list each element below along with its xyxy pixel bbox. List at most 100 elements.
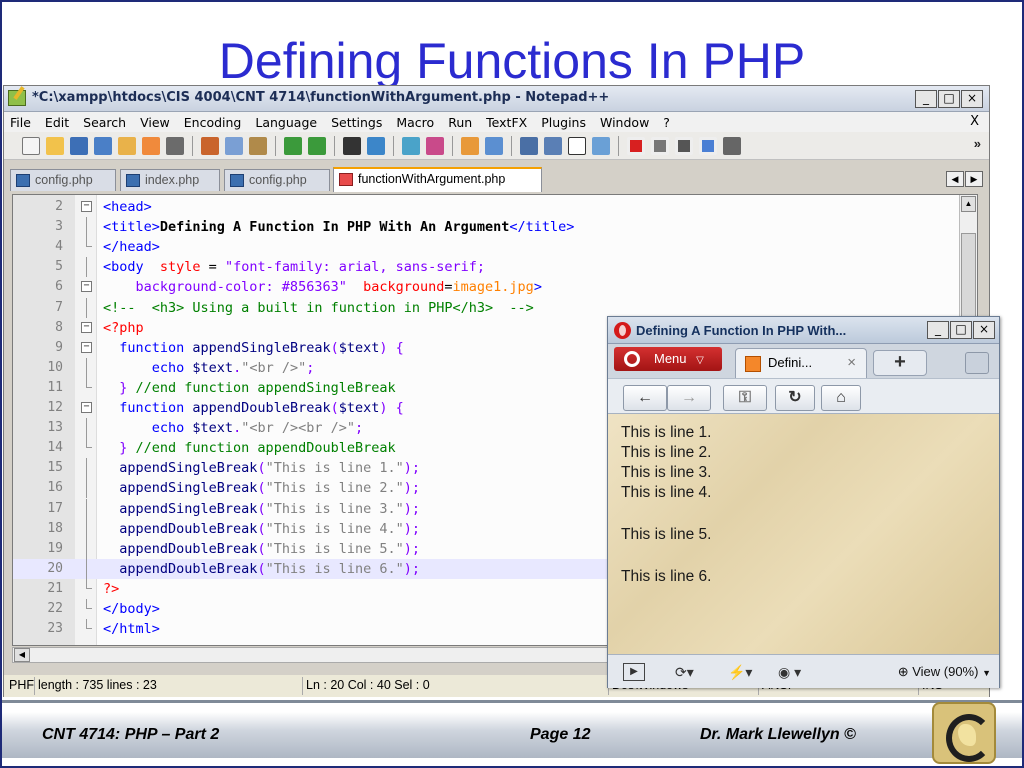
- redo-icon[interactable]: [308, 136, 326, 155]
- line-number: 3: [55, 219, 63, 235]
- scroll-left-icon[interactable]: ◀: [14, 648, 30, 662]
- menu-search[interactable]: Search: [83, 115, 126, 130]
- browser-tab-bar: Menu ▽ Defini... × +: [608, 344, 999, 378]
- stop-macro-icon[interactable]: [651, 136, 669, 155]
- notepad-titlebar[interactable]: *C:\xampp\htdocs\CIS 4004\CNT 4714\funct…: [4, 86, 989, 112]
- close-icon[interactable]: ×: [973, 321, 995, 339]
- trash-icon[interactable]: [965, 352, 989, 374]
- menu-help[interactable]: ?: [663, 115, 670, 130]
- print-icon[interactable]: [166, 136, 184, 155]
- code-line[interactable]: 3 <title>Defining A Function In PHP With …: [13, 217, 977, 238]
- menu-edit[interactable]: Edit: [45, 115, 69, 130]
- user-lang-icon[interactable]: [592, 136, 610, 155]
- minimize-icon[interactable]: _: [927, 321, 949, 339]
- tab-label: config.php: [249, 173, 307, 187]
- speed-dial-icon[interactable]: ◉ ▾: [778, 664, 801, 681]
- back-arrow-icon[interactable]: ←: [623, 385, 667, 411]
- indent-guide-icon[interactable]: [568, 136, 586, 155]
- sync-icon[interactable]: ⟳▾: [675, 664, 694, 681]
- home-icon[interactable]: ⌂: [821, 385, 861, 411]
- replace-icon[interactable]: [367, 136, 385, 155]
- code-line[interactable]: 2 − <head>: [13, 197, 977, 217]
- code-text: appendDoubleBreak("This is line 5.");: [103, 540, 421, 557]
- menu-run[interactable]: Run: [448, 115, 472, 130]
- sync-horizontal-icon[interactable]: [485, 136, 503, 155]
- tab-index-php[interactable]: index.php: [120, 169, 220, 191]
- code-text: echo $text."<br />";: [103, 359, 315, 376]
- code-text: <body style = "font-family: arial, sans-…: [103, 259, 486, 276]
- menu-window[interactable]: Window: [600, 115, 649, 130]
- fold-collapse-icon[interactable]: −: [81, 402, 92, 413]
- tab-label: config.php: [35, 173, 93, 187]
- code-text: } //end function appendDoubleBreak: [103, 440, 396, 457]
- run-macro-multiple-icon[interactable]: [699, 136, 717, 155]
- tab-scroll-right-icon[interactable]: ▶: [965, 171, 983, 187]
- code-line[interactable]: 7 <!-- <h3> Using a built in function in …: [13, 297, 977, 318]
- maximize-icon[interactable]: □: [938, 90, 960, 108]
- menu-button[interactable]: Menu ▽: [614, 347, 722, 371]
- menu-view[interactable]: View: [140, 115, 170, 130]
- menu-settings[interactable]: Settings: [331, 115, 382, 130]
- menu-encoding[interactable]: Encoding: [184, 115, 242, 130]
- open-folder-icon[interactable]: [46, 136, 64, 155]
- browser-tab[interactable]: Defini... ×: [735, 348, 867, 378]
- new-tab-button[interactable]: +: [873, 350, 927, 376]
- fold-collapse-icon[interactable]: −: [81, 201, 92, 212]
- code-line[interactable]: 4 </head>: [13, 237, 977, 257]
- save-all-icon[interactable]: [94, 136, 112, 155]
- turbo-icon[interactable]: ⚡▾: [728, 664, 752, 681]
- code-text: appendDoubleBreak("This is line 6.");: [103, 560, 421, 577]
- sync-vertical-icon[interactable]: [461, 136, 479, 155]
- new-file-icon[interactable]: [22, 136, 40, 155]
- forward-arrow-icon[interactable]: →: [667, 385, 711, 411]
- code-line[interactable]: 5 <body style = "font-family: arial, sans…: [13, 257, 977, 278]
- find-icon[interactable]: [343, 136, 361, 155]
- fold-end-marker: [86, 438, 92, 449]
- tab-config-php[interactable]: config.php: [10, 169, 116, 191]
- minimize-icon[interactable]: _: [915, 90, 937, 108]
- save-macro-icon[interactable]: [723, 136, 741, 155]
- panel-toggle-icon[interactable]: ▶: [623, 663, 645, 681]
- undo-icon[interactable]: [284, 136, 302, 155]
- zoom-control[interactable]: ⊕ View (90%) ▼: [898, 664, 991, 680]
- menu-macro[interactable]: Macro: [396, 115, 434, 130]
- opera-logo-icon: [614, 322, 631, 339]
- menu-language[interactable]: Language: [255, 115, 317, 130]
- menu-plugins[interactable]: Plugins: [541, 115, 586, 130]
- code-line[interactable]: 6 − background-color: #856363" background…: [13, 277, 977, 297]
- fold-collapse-icon[interactable]: −: [81, 341, 92, 353]
- save-icon[interactable]: [70, 136, 88, 155]
- scroll-up-icon[interactable]: ▲: [961, 196, 976, 212]
- tab-config-php-2[interactable]: config.php: [224, 169, 330, 191]
- zoom-out-icon[interactable]: [426, 136, 444, 155]
- menu-textfx[interactable]: TextFX: [486, 115, 527, 130]
- tab-scroll-left-icon[interactable]: ◀: [946, 171, 964, 187]
- show-all-chars-icon[interactable]: [544, 136, 562, 155]
- key-icon[interactable]: ⚿: [723, 385, 767, 411]
- scroll-thumb[interactable]: [961, 233, 976, 323]
- copy-icon[interactable]: [225, 136, 243, 155]
- tab-close-icon[interactable]: ×: [847, 349, 856, 377]
- tab-functionwithargument-php[interactable]: functionWithArgument.php: [333, 167, 542, 192]
- close-all-icon[interactable]: [142, 136, 160, 155]
- toolbar-separator: [452, 135, 453, 156]
- zoom-in-icon[interactable]: [402, 136, 420, 155]
- toolbar-overflow-icon[interactable]: »: [974, 136, 981, 151]
- output-line: This is line 6.: [621, 568, 712, 585]
- cut-icon[interactable]: [201, 136, 219, 155]
- record-macro-icon[interactable]: [627, 136, 645, 155]
- paste-icon[interactable]: [249, 136, 267, 155]
- browser-titlebar[interactable]: Defining A Function In PHP With... _ □ ×: [608, 317, 999, 344]
- maximize-icon[interactable]: □: [950, 321, 972, 339]
- line-number: 16: [47, 480, 63, 496]
- fold-collapse-icon[interactable]: −: [81, 321, 92, 333]
- menu-file[interactable]: File: [10, 115, 31, 130]
- close-file-icon[interactable]: [118, 136, 136, 155]
- status-position: Ln : 20 Col : 40 Sel : 0: [302, 677, 608, 695]
- close-icon[interactable]: ×: [961, 90, 983, 108]
- close-document-icon[interactable]: X: [970, 114, 979, 129]
- fold-collapse-icon[interactable]: −: [81, 281, 92, 293]
- play-macro-icon[interactable]: [675, 136, 693, 155]
- reload-icon[interactable]: ↻: [775, 385, 815, 411]
- word-wrap-icon[interactable]: [520, 136, 538, 155]
